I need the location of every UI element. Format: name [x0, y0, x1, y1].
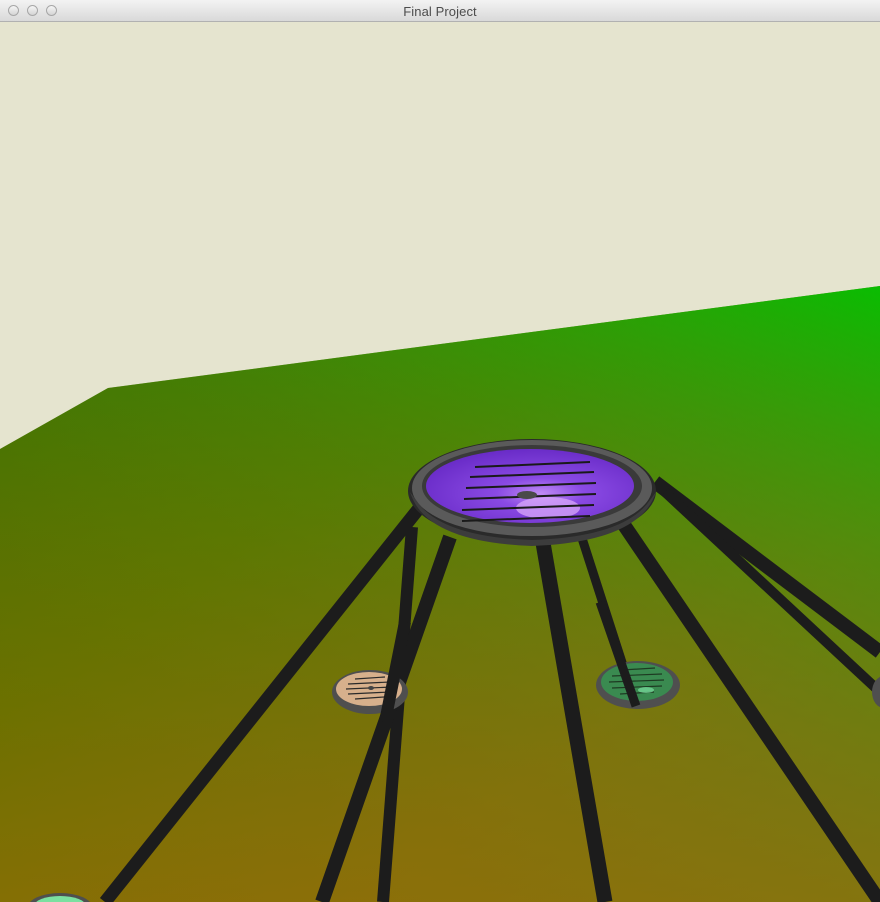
- opengl-viewport[interactable]: [0, 22, 880, 902]
- scene-canvas: [0, 22, 880, 902]
- app-window: Final Project: [0, 0, 880, 902]
- title-bar[interactable]: Final Project: [0, 0, 880, 22]
- window-title: Final Project: [403, 4, 477, 19]
